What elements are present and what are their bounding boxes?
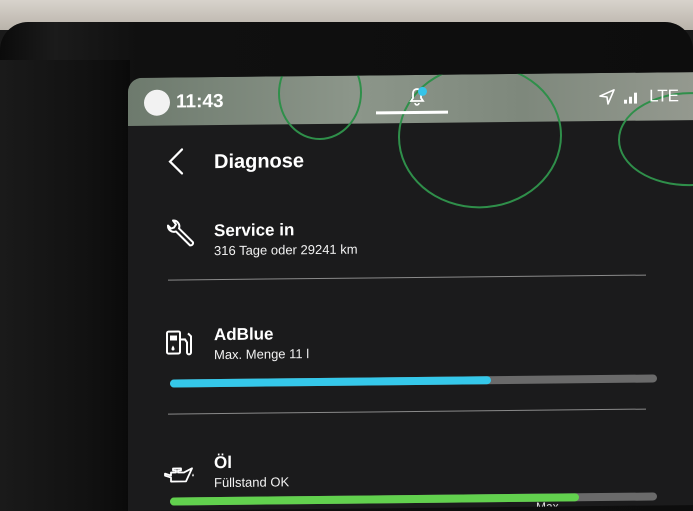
adblue-level-bar <box>170 374 657 388</box>
dashboard-trim <box>0 60 130 511</box>
oil-can-icon <box>164 467 194 483</box>
adblue-level-fill <box>170 376 492 388</box>
signal-strength-icon <box>624 92 638 104</box>
service-subtitle: 316 Tage oder 29241 km <box>214 241 358 259</box>
oil-level-fill <box>170 493 580 506</box>
service-title: Service in <box>214 220 295 241</box>
back-chevron-icon[interactable] <box>166 147 186 175</box>
infotainment-screen: 11:43 LTE Diagnose Service in 316 Tage o… <box>128 72 693 511</box>
adblue-subtitle: Max. Menge 11 l <box>214 346 310 363</box>
oil-subtitle: Füllstand OK <box>214 474 290 491</box>
wrench-icon <box>167 219 195 247</box>
page-header: Diagnose <box>128 134 693 180</box>
status-bar: 11:43 LTE <box>128 72 693 210</box>
oil-level-bar <box>170 492 657 506</box>
adblue-title: AdBlue <box>214 324 274 345</box>
notification-dot <box>418 86 427 96</box>
divider <box>168 408 646 415</box>
list-item-oil[interactable]: Öl Füllstand OK Max. <box>128 440 693 511</box>
map-road <box>278 72 362 141</box>
list-item-service[interactable]: Service in 316 Tage oder 29241 km <box>128 202 693 278</box>
oil-title: Öl <box>214 452 232 473</box>
status-indicators: LTE <box>599 86 679 107</box>
network-label: LTE <box>649 86 679 106</box>
location-arrow-icon <box>599 89 615 105</box>
list-item-adblue[interactable]: AdBlue Max. Menge 11 l <box>128 310 693 406</box>
page-title: Diagnose <box>214 150 305 174</box>
profile-avatar[interactable] <box>144 89 170 116</box>
clock: 11:43 <box>176 90 224 113</box>
fuel-pump-icon <box>166 330 192 356</box>
